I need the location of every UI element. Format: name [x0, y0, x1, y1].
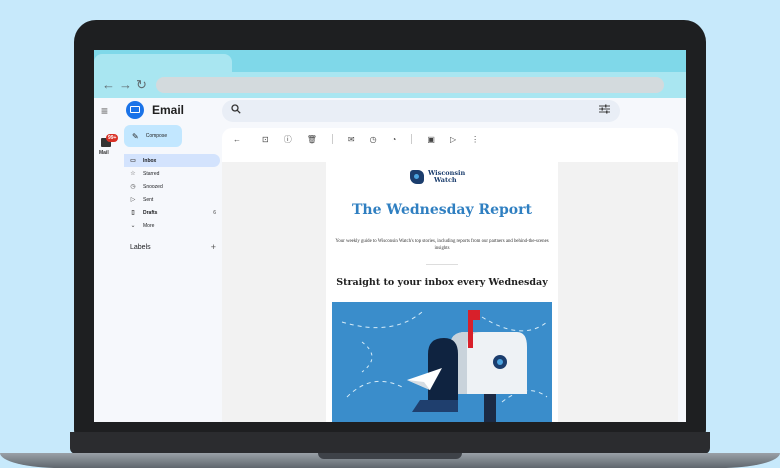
search-icon[interactable]: [231, 104, 241, 117]
reload-icon[interactable]: ↻: [136, 76, 147, 94]
nav-item-snoozed[interactable]: ◷ Snoozed: [124, 180, 220, 193]
plus-icon[interactable]: +: [211, 242, 216, 252]
mailbox-illustration: [332, 302, 552, 422]
app-title: Email: [152, 103, 185, 117]
menu-icon[interactable]: ≡: [101, 104, 108, 118]
toolbar-divider: [331, 134, 333, 144]
browser-tabstrip: [94, 50, 686, 72]
send-icon: ▷: [130, 197, 136, 203]
search-bar[interactable]: [222, 100, 620, 122]
chevron-down-icon: ⌄: [130, 223, 136, 229]
nav-item-inbox[interactable]: ▭ Inbox: [124, 154, 220, 167]
archive-icon[interactable]: ⊡: [262, 135, 269, 144]
arrow-right-icon[interactable]: →: [119, 76, 132, 94]
arrow-left-icon[interactable]: ←: [102, 76, 115, 94]
labels-section: Labels +: [130, 242, 216, 252]
message-toolbar: ← ⊡ ⓘ 🗑 ✉ ◷ ◔ ▣ ▷ ⋮: [222, 128, 678, 150]
compose-label: Compose: [145, 133, 168, 139]
nav-item-more[interactable]: ⌄ More: [124, 219, 220, 232]
laptop-notch: [318, 453, 462, 459]
compose-button[interactable]: ✎ Compose: [124, 125, 182, 147]
nav-item-sent[interactable]: ▷ Sent: [124, 193, 220, 206]
laptop-bezel-bottom: [70, 432, 710, 454]
inbox-icon: ▭: [130, 158, 136, 164]
clock-icon: ◷: [130, 184, 136, 190]
nav-item-drafts[interactable]: ▯ Drafts 6: [124, 206, 220, 219]
drafts-count: 6: [213, 209, 216, 216]
browser-toolbar: ← → ↻: [94, 72, 686, 98]
laptop-base: [0, 426, 780, 468]
nav-item-starred[interactable]: ☆ Starred: [124, 167, 220, 180]
browser-tab[interactable]: [94, 54, 232, 72]
screen: ← → ↻ ≡ 99+ Mail Email ✎ Compose ▭ Inbox…: [94, 50, 686, 422]
nav-item-label: Inbox: [143, 157, 157, 164]
labels-title: Labels: [130, 243, 151, 251]
wisconsin-map-icon: [410, 170, 424, 184]
newsletter-heading: Straight to your inbox every Wednesday: [336, 277, 548, 288]
star-icon: ☆: [130, 171, 136, 177]
logo-line-2: Watch: [434, 176, 457, 184]
wisconsin-watch-logo[interactable]: Wisconsin Watch: [410, 170, 465, 184]
nav-item-label: Snoozed: [143, 183, 163, 190]
delete-icon[interactable]: 🗑: [307, 135, 317, 144]
app-rail: ≡ 99+ Mail: [94, 98, 119, 422]
back-arrow-icon[interactable]: ←: [233, 135, 241, 144]
mail-rail-label: Mail: [99, 150, 109, 156]
newsletter-content: Wisconsin Watch The Wednesday Report You…: [326, 162, 558, 422]
newsletter-subtitle: Your weekly guide to Wisconsin Watch's t…: [335, 239, 549, 251]
report-spam-icon[interactable]: ⓘ: [284, 134, 292, 145]
email-app: ≡ 99+ Mail Email ✎ Compose ▭ Inbox ☆ Sta…: [94, 98, 686, 422]
divider: [426, 264, 458, 265]
toolbar-divider: [411, 134, 413, 144]
logo-text: Wisconsin Watch: [428, 170, 465, 184]
unread-badge: 99+: [106, 134, 119, 142]
nav-item-label: Starred: [143, 170, 160, 177]
move-to-icon[interactable]: ▣: [427, 135, 435, 144]
pencil-icon: ✎: [132, 131, 139, 141]
address-bar[interactable]: [156, 77, 664, 93]
filter-options-icon[interactable]: [599, 104, 610, 117]
envelope-logo-icon: [126, 101, 144, 119]
folder-nav: ▭ Inbox ☆ Starred ◷ Snoozed ▷ Sent ▯ Dra…: [124, 154, 220, 232]
more-vert-icon[interactable]: ⋮: [471, 135, 479, 144]
draft-icon: ▯: [131, 210, 135, 216]
nav-item-label: Sent: [143, 196, 154, 203]
add-task-icon[interactable]: ◔: [392, 135, 397, 144]
mark-unread-icon[interactable]: ✉: [348, 135, 355, 144]
nav-item-label: Drafts: [143, 209, 158, 216]
label-icon[interactable]: ▷: [450, 135, 456, 144]
nav-item-label: More: [143, 222, 155, 229]
app-brand[interactable]: Email: [126, 100, 184, 120]
newsletter-title: The Wednesday Report: [351, 202, 532, 218]
snooze-icon[interactable]: ◷: [370, 135, 377, 144]
message-panel: ← ⊡ ⓘ 🗑 ✉ ◷ ◔ ▣ ▷ ⋮ Wisconsin Watch The …: [222, 128, 678, 422]
